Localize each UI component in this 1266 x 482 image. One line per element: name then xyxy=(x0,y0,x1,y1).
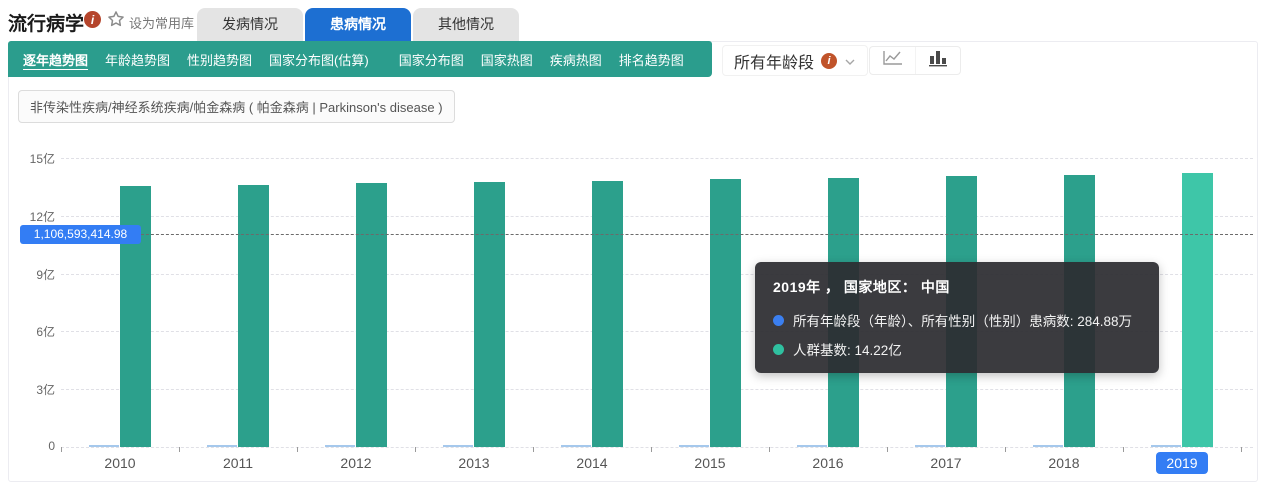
page-title: 流行病学 xyxy=(8,9,84,36)
line-chart-icon xyxy=(882,49,904,72)
tooltip-series-row: 人群基数: 14.22亿 xyxy=(773,339,1141,359)
chevron-down-icon xyxy=(844,55,856,67)
bar-chart-icon xyxy=(927,49,949,72)
star-icon[interactable] xyxy=(106,9,126,29)
epidemiology-page: 流行病学 i 设为常用库 发病情况患病情况其他情况 逐年趋势图年龄趋势图性别趋势… xyxy=(0,0,1266,482)
info-icon[interactable]: i xyxy=(821,53,837,69)
top-tabs: 发病情况患病情况其他情况 xyxy=(197,8,519,41)
subtab-排名趋势图[interactable]: 排名趋势图 xyxy=(619,50,684,69)
line-chart-toggle[interactable] xyxy=(870,47,915,74)
subtab-逐年趋势图[interactable]: 逐年趋势图 xyxy=(23,50,88,69)
tab-患病情况[interactable]: 患病情况 xyxy=(305,8,411,41)
age-group-select[interactable]: 所有年龄段 i xyxy=(722,45,868,76)
subtab-国家分布图(估算)[interactable]: 国家分布图(估算) xyxy=(269,50,369,69)
tooltip-series-text: 人群基数: 14.22亿 xyxy=(793,339,902,359)
bar-chart-toggle[interactable] xyxy=(915,47,960,74)
disease-filter-tag[interactable]: 非传染性疾病/神经系统疾病/帕金森病 ( 帕金森病 | Parkinson's … xyxy=(18,90,455,123)
chart-tooltip: 2019年 ， 国家地区： 中国 所有年龄段（年龄）、所有性别（性别）患病数: … xyxy=(755,262,1159,373)
subtab-年龄趋势图[interactable]: 年龄趋势图 xyxy=(105,50,170,69)
chart-type-subtabs: 逐年趋势图年龄趋势图性别趋势图国家分布图(估算) 国家分布图国家热图疾病热图排名趋… xyxy=(8,41,712,77)
chart-view-toggles xyxy=(869,46,961,75)
series-dot-icon xyxy=(773,344,784,355)
info-icon[interactable]: i xyxy=(84,11,101,28)
tab-其他情况[interactable]: 其他情况 xyxy=(413,8,519,41)
subtab-性别趋势图[interactable]: 性别趋势图 xyxy=(187,50,252,69)
series-dot-icon xyxy=(773,315,784,326)
age-group-value: 所有年龄段 xyxy=(734,49,814,73)
tooltip-series-row: 所有年龄段（年龄）、所有性别（性别）患病数: 284.88万 xyxy=(773,310,1141,330)
tab-发病情况[interactable]: 发病情况 xyxy=(197,8,303,41)
subtab-国家分布图[interactable]: 国家分布图 xyxy=(399,50,464,69)
tooltip-series-text: 所有年龄段（年龄）、所有性别（性别）患病数: 284.88万 xyxy=(793,310,1132,330)
set-favorite-label[interactable]: 设为常用库 xyxy=(129,13,194,32)
subtab-国家热图[interactable]: 国家热图 xyxy=(481,50,533,69)
tooltip-title: 2019年 ， 国家地区： 中国 xyxy=(773,277,1141,297)
subtab-疾病热图[interactable]: 疾病热图 xyxy=(550,50,602,69)
